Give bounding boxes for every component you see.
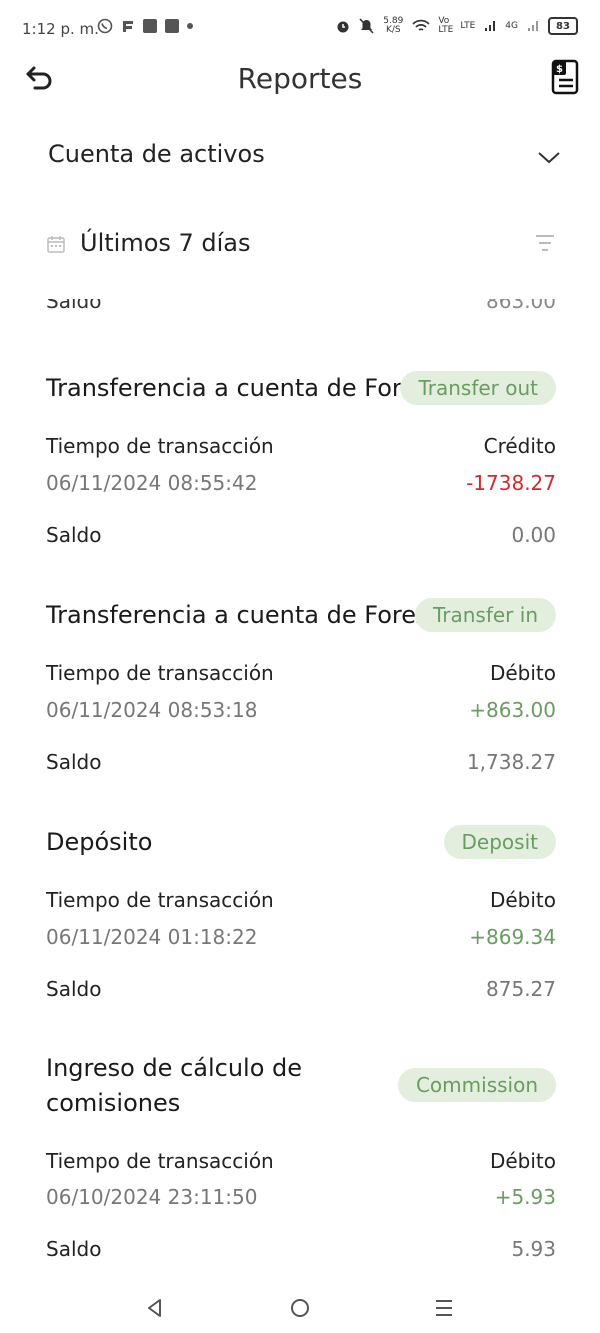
system-navigation-bar — [0, 1284, 600, 1333]
balance-label: Saldo — [46, 1237, 102, 1261]
system-icons: 5.89 K/S Vo LTE LTE 4G 83 — [335, 17, 578, 35]
calendar-icon — [47, 236, 65, 253]
transaction-time: 06/10/2024 23:11:50 — [46, 1185, 258, 1209]
time-label: Tiempo de transacción — [46, 1149, 274, 1173]
balance-value: 5.93 — [511, 1237, 556, 1261]
app-notification-icon — [123, 21, 133, 32]
transaction-time: 06/11/2024 08:53:18 — [46, 698, 258, 722]
partial-balance-label: Saldo — [46, 299, 102, 313]
account-selector-label: Cuenta de activos — [48, 140, 265, 168]
more-notifications-icon — [187, 23, 193, 29]
report-document-button[interactable]: $ — [548, 58, 584, 96]
transaction-type-badge: Transfer out — [400, 371, 556, 405]
transaction-type-badge: Commission — [397, 1068, 556, 1102]
transaction-type-badge: Transfer in — [414, 598, 556, 632]
notification-icons — [97, 18, 193, 34]
balance-value: 1,738.27 — [466, 750, 556, 774]
filter-icon[interactable] — [534, 232, 556, 254]
balance-label: Saldo — [46, 523, 102, 547]
transaction-amount: +863.00 — [469, 698, 556, 722]
transaction-time: 06/11/2024 01:18:22 — [46, 925, 258, 949]
nav-home-icon — [291, 1299, 309, 1317]
nav-recents-button[interactable] — [430, 1294, 458, 1322]
transaction-amount: +5.93 — [494, 1185, 556, 1209]
chevron-down-icon — [538, 152, 560, 164]
time-label: Tiempo de transacción — [46, 434, 274, 458]
date-range-label: Últimos 7 días — [80, 229, 251, 257]
time-label: Tiempo de transacción — [46, 888, 274, 912]
nav-home-button[interactable] — [286, 1294, 314, 1322]
square-notification-icon — [143, 19, 157, 33]
mute-icon — [359, 18, 374, 34]
type-label: Débito — [489, 888, 556, 912]
date-range-row[interactable]: Últimos 7 días — [46, 226, 560, 262]
type-label: Débito — [489, 1149, 556, 1173]
transaction-card[interactable]: Depósito Deposit Tiempo de transacción D… — [46, 825, 556, 1001]
app-bar: Reportes $ — [0, 58, 600, 102]
status-bar: 1:12 p. m. 5.89 K/S Vo LTE LTE 4G 83 — [0, 0, 600, 58]
transaction-time: 06/11/2024 08:55:42 — [46, 471, 258, 495]
signal-icon-2 — [528, 21, 538, 31]
battery-icon: 83 — [548, 17, 578, 35]
transaction-card[interactable]: Ingreso de cálculo de comisiones Commiss… — [46, 1051, 556, 1261]
net-speed: 5.89 K/S — [383, 16, 404, 35]
alarm-icon — [337, 21, 349, 33]
nav-back-button[interactable] — [141, 1294, 169, 1322]
balance-value: 875.27 — [486, 977, 556, 1001]
nav-back-icon — [148, 1299, 161, 1317]
wifi-icon — [412, 19, 430, 31]
transaction-card[interactable]: Transferencia a cuenta de Forex Transfer… — [46, 598, 556, 774]
balance-label: Saldo — [46, 977, 102, 1001]
nav-recents-icon — [436, 1300, 452, 1316]
net-4g-label: 4G — [505, 21, 518, 31]
document-report-icon: $ — [551, 59, 579, 95]
signal-icon — [485, 21, 496, 31]
svg-text:$: $ — [556, 64, 563, 75]
transaction-amount: -1738.27 — [466, 471, 556, 495]
balance-value: 0.00 — [511, 523, 556, 547]
transaction-card[interactable]: Transferencia a cuenta de Forex Transfer… — [46, 371, 556, 547]
whatsapp-icon — [97, 18, 113, 34]
gallery-notification-icon — [165, 19, 179, 33]
account-selector[interactable]: Cuenta de activos — [48, 140, 562, 174]
partial-balance-value: 863.00 — [486, 299, 556, 313]
time-label: Tiempo de transacción — [46, 661, 274, 685]
transaction-amount: +869.34 — [469, 925, 556, 949]
type-label: Débito — [489, 661, 556, 685]
type-label: Crédito — [483, 434, 556, 458]
page-title: Reportes — [237, 62, 363, 95]
partial-balance-row: Saldo 863.00 — [46, 299, 556, 316]
transaction-type-badge: Deposit — [443, 825, 556, 859]
balance-label: Saldo — [46, 750, 102, 774]
volte-label: Vo LTE — [438, 16, 454, 35]
status-time: 1:12 p. m. — [22, 20, 99, 38]
lte-label: LTE — [460, 21, 476, 31]
